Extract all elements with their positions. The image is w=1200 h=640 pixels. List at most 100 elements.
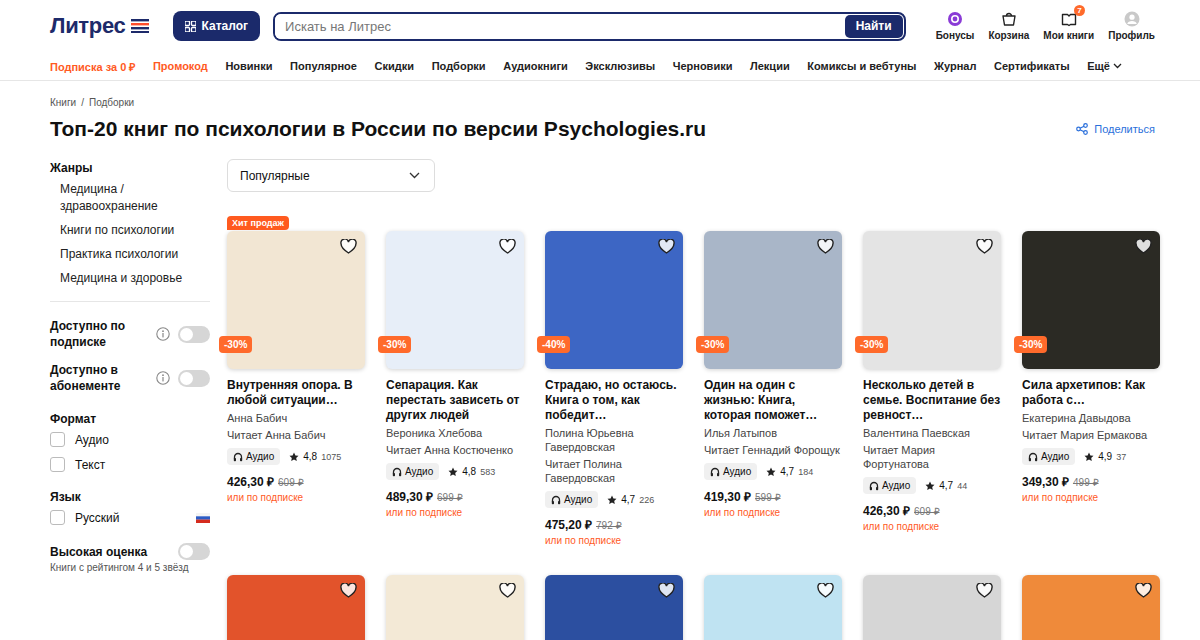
book-title[interactable]: Сепарация. Как перестать зависеть от дру… xyxy=(386,378,524,423)
checkbox[interactable] xyxy=(50,432,65,447)
subscription-link[interactable]: или по подписке xyxy=(704,507,842,518)
action-label: Корзина xyxy=(988,30,1029,41)
breadcrumb[interactable]: Подборки xyxy=(89,97,134,108)
checkbox-row[interactable]: Русский xyxy=(50,510,210,525)
star-icon xyxy=(607,495,617,505)
heart-icon[interactable] xyxy=(976,583,993,598)
checkbox[interactable] xyxy=(50,457,65,472)
nav-item[interactable]: Скидки xyxy=(375,60,414,72)
book-cover[interactable] xyxy=(545,575,683,640)
toggle-switch[interactable] xyxy=(178,326,210,343)
book-cover[interactable]: Хит продаж -30% xyxy=(227,231,365,369)
book-cover[interactable]: -30% xyxy=(704,231,842,369)
subscription-link[interactable]: или по подписке xyxy=(386,507,524,518)
book-author[interactable]: Илья Латыпов xyxy=(704,426,842,440)
book-card[interactable]: Хит продаж -30% Внутренняя опора. В любо… xyxy=(227,231,365,555)
logo[interactable]: Литрес xyxy=(50,13,149,39)
book-cover[interactable]: -30% xyxy=(863,231,1001,369)
heart-icon[interactable] xyxy=(817,583,834,598)
nav-item[interactable]: Сертификаты xyxy=(994,60,1070,72)
nav-item[interactable]: Лекции xyxy=(750,60,790,72)
heart-icon[interactable] xyxy=(817,239,834,254)
nav-item[interactable]: Комиксы и вебтуны xyxy=(807,60,916,72)
header-action[interactable]: Профиль xyxy=(1108,11,1155,41)
heart-icon[interactable] xyxy=(976,239,993,254)
book-card[interactable]: -30% Несколько детей в семье. Воспитание… xyxy=(863,231,1001,555)
headphones-icon xyxy=(710,467,720,477)
filter-hint: Книги с рейтингом 4 и 5 звёзд xyxy=(50,562,210,573)
nav-item[interactable]: Аудиокниги xyxy=(503,60,568,72)
search-button[interactable]: Найти xyxy=(845,15,903,38)
checkbox-row[interactable]: Аудио xyxy=(50,432,210,447)
subscription-link[interactable]: или по подписке xyxy=(1022,492,1160,503)
toggle-switch[interactable] xyxy=(178,543,210,560)
profile-icon xyxy=(1124,11,1140,27)
book-card[interactable]: -40% Страдаю, но остаюсь. Книга о том, к… xyxy=(545,231,683,555)
book-cover[interactable]: -30% xyxy=(386,231,524,369)
subscription-link[interactable]: или по подписке xyxy=(227,492,365,503)
book-cover[interactable] xyxy=(227,575,365,640)
share-button[interactable]: Поделиться xyxy=(1076,123,1155,135)
catalog-button[interactable]: Каталог xyxy=(173,11,261,41)
info-icon[interactable] xyxy=(156,371,170,385)
book-cover[interactable]: -40% xyxy=(545,231,683,369)
nav-item[interactable]: Эксклюзивы xyxy=(585,60,655,72)
sort-dropdown[interactable]: Популярные xyxy=(227,159,435,192)
book-author[interactable]: Полина Юрьевна Гавердовская xyxy=(545,426,683,454)
discount-badge: -30% xyxy=(696,336,729,353)
subscription-link[interactable]: или по подписке xyxy=(863,521,1001,532)
book-author[interactable]: Валентина Паевская xyxy=(863,426,1001,440)
book-cover[interactable] xyxy=(1022,575,1160,640)
nav-item[interactable]: Подборки xyxy=(432,60,486,72)
star-icon xyxy=(448,467,458,477)
header-action[interactable]: Бонусы xyxy=(936,11,975,41)
rating-row: Аудио 4,7 184 xyxy=(704,463,842,480)
book-card[interactable]: -30% Сила архетипов: Как работа с… Екате… xyxy=(1022,231,1160,555)
heart-icon[interactable] xyxy=(340,239,357,254)
nav-item[interactable]: Популярное xyxy=(290,60,357,72)
search-input[interactable] xyxy=(275,14,844,39)
heart-icon[interactable] xyxy=(658,583,675,598)
book-title[interactable]: Внутренняя опора. В любой ситуации… xyxy=(227,378,365,408)
book-card[interactable]: -30% Сепарация. Как перестать зависеть о… xyxy=(386,231,524,555)
book-cover[interactable] xyxy=(704,575,842,640)
book-cover[interactable] xyxy=(863,575,1001,640)
info-icon[interactable] xyxy=(156,327,170,341)
nav-item[interactable]: Журнал xyxy=(934,60,976,72)
book-cover[interactable]: -30% xyxy=(1022,231,1160,369)
checkbox[interactable] xyxy=(50,510,65,525)
book-author[interactable]: Вероника Хлебова xyxy=(386,426,524,440)
heart-icon[interactable] xyxy=(1135,239,1152,254)
book-author[interactable]: Анна Бабич xyxy=(227,411,365,425)
toggle-switch[interactable] xyxy=(178,370,210,387)
book-title[interactable]: Один на один с жизнью: Книга, которая по… xyxy=(704,378,842,423)
headphones-icon xyxy=(551,495,561,505)
book-author[interactable]: Екатерина Давыдова xyxy=(1022,411,1160,425)
genre-item[interactable]: Практика психологии xyxy=(50,246,210,263)
nav-item[interactable]: Новинки xyxy=(225,60,272,72)
book-title[interactable]: Страдаю, но остаюсь. Книга о том, как по… xyxy=(545,378,683,423)
heart-icon[interactable] xyxy=(340,583,357,598)
breadcrumb[interactable]: Книги xyxy=(50,97,76,108)
nav-item[interactable]: Промокод xyxy=(153,60,208,72)
nav-item[interactable]: Ещё xyxy=(1087,60,1122,72)
header-action[interactable]: Корзина xyxy=(988,11,1029,41)
book-card[interactable]: -30% Один на один с жизнью: Книга, котор… xyxy=(704,231,842,555)
nav-item[interactable]: Черновики xyxy=(673,60,733,72)
genre-item[interactable]: Книги по психологии xyxy=(50,222,210,239)
checkbox-row[interactable]: Текст xyxy=(50,457,210,472)
headphones-icon xyxy=(1028,452,1038,462)
heart-icon[interactable] xyxy=(1135,583,1152,598)
genre-item[interactable]: Медицина и здоровье xyxy=(50,270,210,287)
subscription-link[interactable]: или по подписке xyxy=(545,535,683,546)
genre-item[interactable]: Медицина / здравоохранение xyxy=(50,181,210,215)
heart-icon[interactable] xyxy=(499,583,516,598)
nav-item[interactable]: Подписка за 0 ₽ xyxy=(50,59,135,74)
header-action[interactable]: 7 Мои книги xyxy=(1043,11,1094,41)
heart-icon[interactable] xyxy=(658,239,675,254)
sidebar: Жанры Медицина / здравоохранениеКниги по… xyxy=(50,159,210,640)
book-title[interactable]: Сила архетипов: Как работа с… xyxy=(1022,378,1160,408)
heart-icon[interactable] xyxy=(499,239,516,254)
book-title[interactable]: Несколько детей в семье. Воспитание без … xyxy=(863,378,1001,423)
book-cover[interactable] xyxy=(386,575,524,640)
